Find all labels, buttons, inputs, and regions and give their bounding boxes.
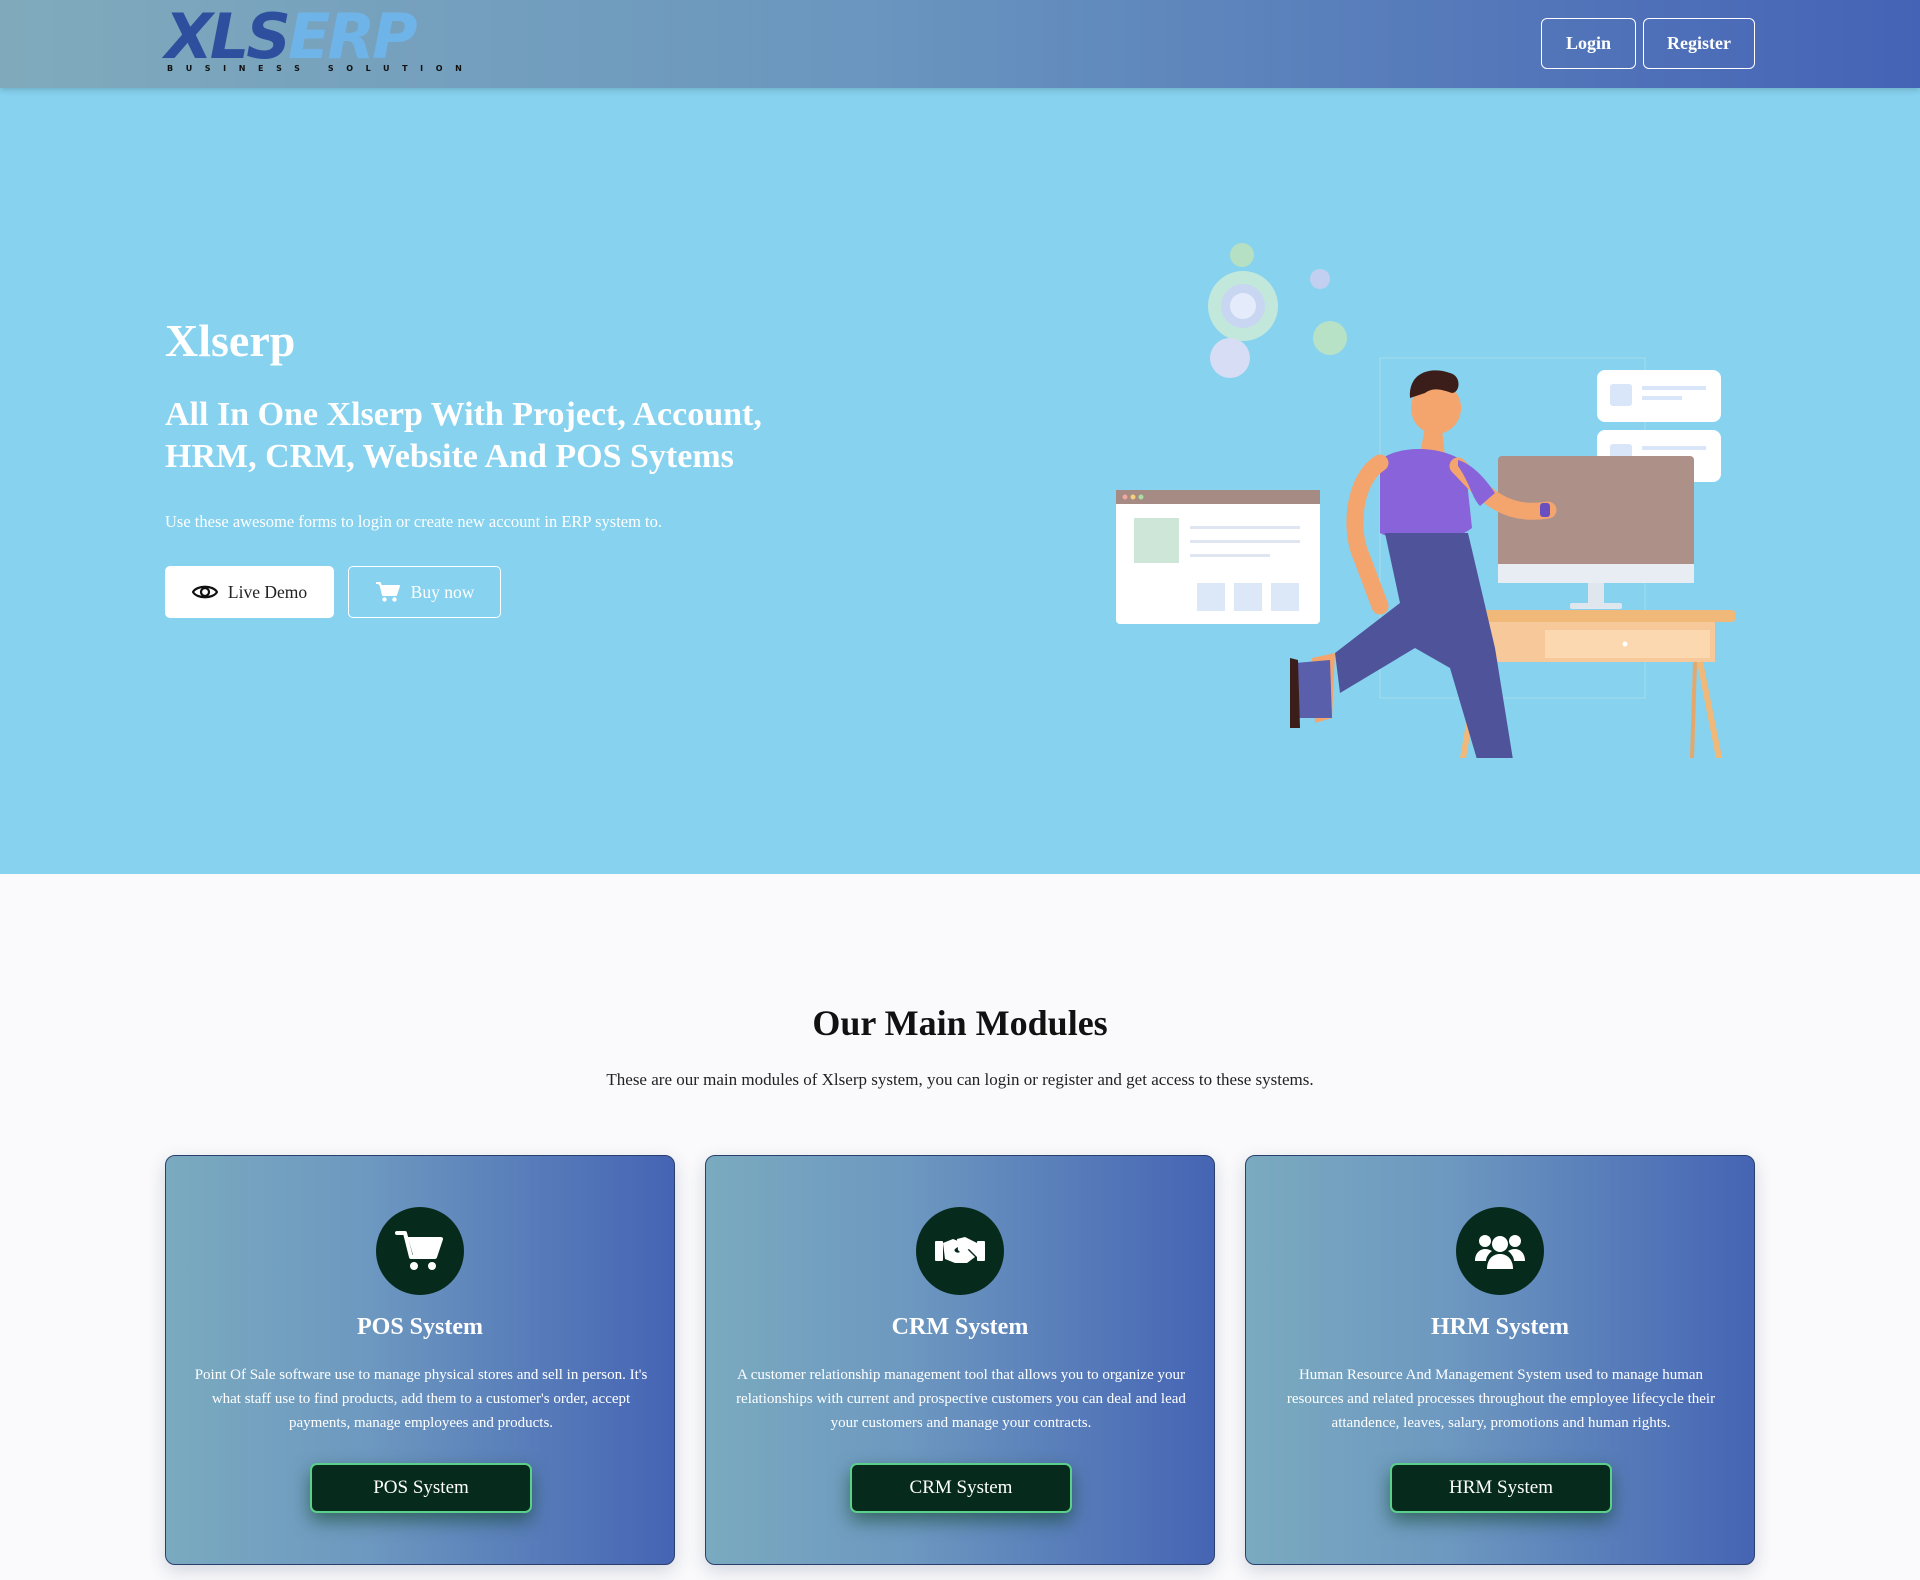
- buy-now-label: Buy now: [410, 581, 475, 602]
- modules-title: Our Main Modules: [812, 1003, 1108, 1043]
- users-icon: [1456, 1207, 1544, 1295]
- hero-section: Xlserp All In One Xlserp With Project, A…: [0, 88, 1920, 874]
- crm-system-button[interactable]: CRM System: [850, 1463, 1072, 1513]
- crm-card: CRM System A customer relationship manag…: [705, 1155, 1215, 1565]
- card-text: Point Of Sale software use to manage phy…: [194, 1367, 648, 1431]
- modules-description: These are our main modules of Xlserp sys…: [606, 1070, 1314, 1089]
- card-text: Human Resource And Management System use…: [1286, 1367, 1716, 1431]
- card-title: CRM System: [891, 1314, 1029, 1340]
- card-title: HRM System: [1431, 1314, 1569, 1340]
- eye-icon: [191, 583, 218, 601]
- hrm-system-button[interactable]: HRM System: [1390, 1463, 1612, 1513]
- card-title: POS System: [357, 1314, 483, 1340]
- live-demo-label: Live Demo: [227, 581, 308, 602]
- logo-text: XLSERP: [165, 0, 418, 73]
- hero-description: Use these awesome forms to login or crea…: [165, 512, 663, 531]
- register-button[interactable]: Register: [1643, 18, 1755, 69]
- navbar: XLSERP BUSINESS SOLUTION Login Register: [0, 0, 1920, 88]
- hrm-card: HRM System Human Resource And Management…: [1245, 1155, 1755, 1565]
- hero-title: Xlserp: [165, 315, 296, 366]
- card-text: A customer relationship management tool …: [736, 1367, 1186, 1431]
- buy-now-button[interactable]: Buy now: [348, 566, 501, 618]
- login-button[interactable]: Login: [1541, 18, 1636, 69]
- cart-icon: [375, 581, 401, 603]
- live-demo-button[interactable]: Live Demo: [165, 566, 334, 618]
- cart-icon: [376, 1207, 464, 1295]
- logo-tagline: BUSINESS SOLUTION: [167, 64, 475, 73]
- pos-card: POS System Point Of Sale software use to…: [165, 1155, 675, 1565]
- hero-illustration: [1116, 243, 1735, 758]
- logo[interactable]: XLSERP BUSINESS SOLUTION: [165, 6, 462, 78]
- pos-system-button[interactable]: POS System: [310, 1463, 532, 1513]
- handshake-icon: [916, 1207, 1004, 1295]
- hero-subtitle: All In One Xlserp With Project, Account,…: [165, 396, 762, 475]
